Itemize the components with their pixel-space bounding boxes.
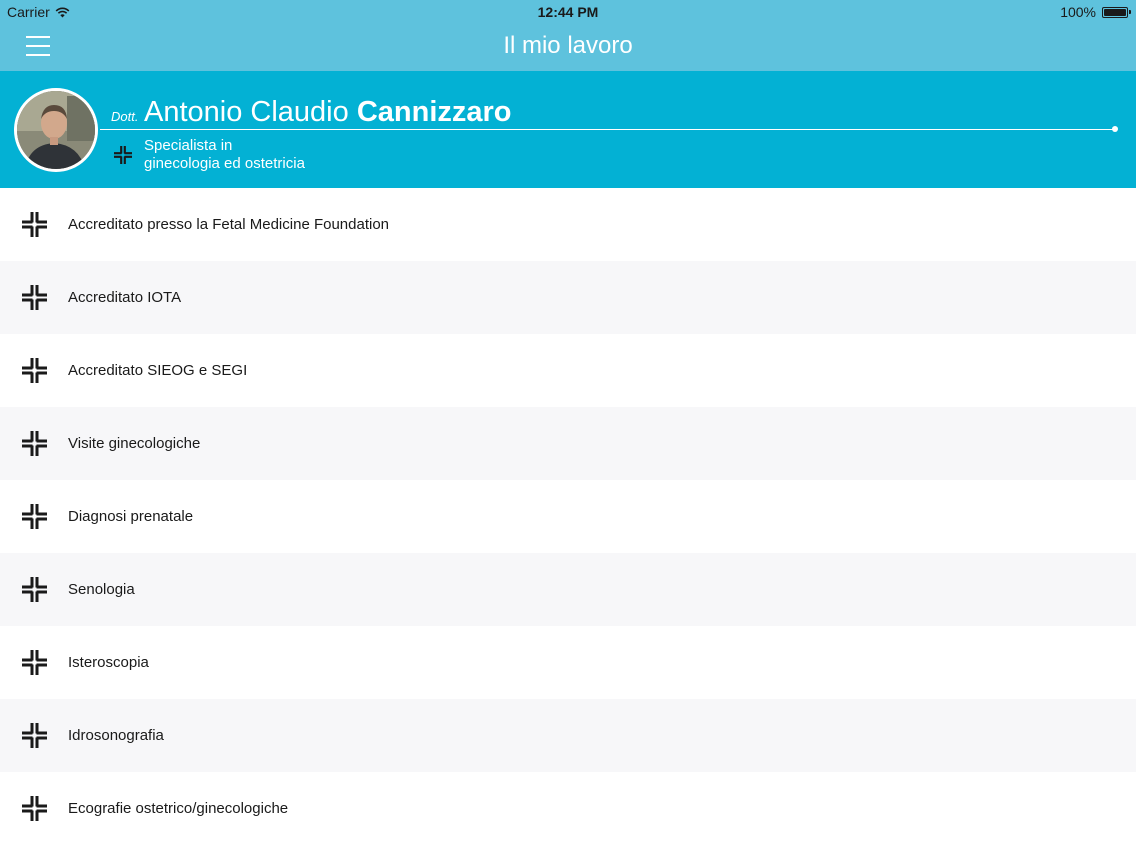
page-title: Il mio lavoro (503, 32, 633, 59)
list-item[interactable]: Visite ginecologiche (0, 407, 1136, 480)
header-divider-dot (1112, 126, 1118, 132)
specialty-line-1: Specialista in (144, 137, 233, 154)
medical-cross-icon (22, 431, 47, 456)
specialty-line-2: ginecologia ed ostetricia (144, 155, 305, 172)
battery-fill (1104, 8, 1126, 16)
medical-cross-icon (22, 358, 47, 383)
list-item[interactable]: Accreditato IOTA (0, 261, 1136, 334)
battery-percent: 100% (1060, 4, 1096, 20)
doctor-portrait (17, 91, 95, 169)
medical-cross-icon (22, 650, 47, 675)
list-item[interactable]: Idrosonografia (0, 699, 1136, 772)
list-item-label: Isteroscopia (68, 654, 149, 671)
medical-cross-icon (22, 504, 47, 529)
list-item-label: Accreditato SIEOG e SEGI (68, 362, 248, 379)
status-bar: Carrier 12:44 PM 100% (0, 0, 1136, 24)
status-time: 12:44 PM (537, 4, 599, 20)
list-item-label: Visite ginecologiche (68, 435, 201, 452)
doctor-last-name: Cannizzaro (356, 96, 512, 128)
header-divider-line (100, 129, 1116, 130)
medical-cross-icon (22, 796, 47, 821)
list-item[interactable]: Senologia (0, 553, 1136, 626)
battery-icon (1102, 6, 1131, 18)
list-item[interactable]: Diagnosi prenatale (0, 480, 1136, 553)
medical-cross-icon (22, 577, 47, 602)
app-screen: Carrier 12:44 PM 100% Il mio lavoro Dott… (0, 0, 1136, 852)
doctor-specialty: Specialista in ginecologia ed ostetricia (144, 137, 305, 173)
list-item[interactable]: Ecografie ostetrico/ginecologiche (0, 772, 1136, 845)
list-item-label: Accreditato presso la Fetal Medicine Fou… (68, 216, 390, 233)
doctor-prefix: Dott. (111, 109, 139, 124)
profile-header: Dott. Antonio Claudio Cannizzaro Special… (0, 71, 1136, 188)
medical-cross-icon (22, 285, 47, 310)
battery-indicator: 100% (1060, 4, 1131, 20)
list-item-label: Ecografie ostetrico/ginecologiche (68, 800, 289, 817)
medical-cross-icon (114, 146, 132, 164)
list-item-label: Senologia (68, 581, 135, 598)
medical-cross-icon (22, 723, 47, 748)
list-item[interactable]: Isteroscopia (0, 626, 1136, 699)
list-item[interactable]: Accreditato presso la Fetal Medicine Fou… (0, 188, 1136, 261)
list-item-label: Diagnosi prenatale (68, 508, 194, 525)
services-list: Accreditato presso la Fetal Medicine Fou… (0, 188, 1136, 845)
doctor-first-names: Antonio Claudio (144, 96, 349, 128)
list-item-label: Accreditato IOTA (68, 289, 182, 306)
list-item[interactable]: Accreditato SIEOG e SEGI (0, 334, 1136, 407)
navigation-bar: Il mio lavoro (0, 24, 1136, 71)
list-item-label: Idrosonografia (68, 727, 164, 744)
medical-cross-icon (22, 212, 47, 237)
avatar (14, 88, 98, 172)
doctor-name: Antonio Claudio Cannizzaro (144, 96, 512, 129)
